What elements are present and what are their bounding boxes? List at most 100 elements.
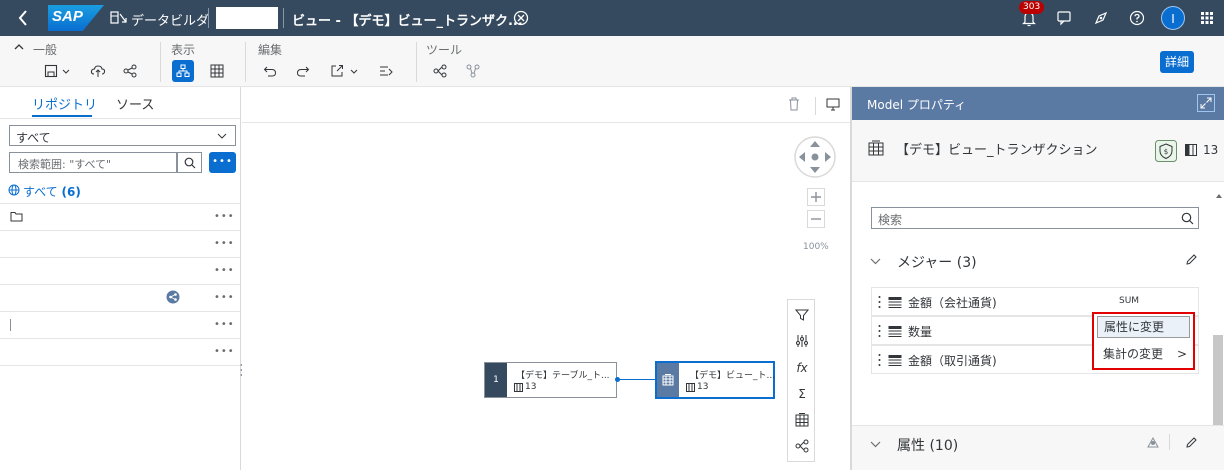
aggregation-icon[interactable]: Σ xyxy=(794,386,810,402)
attributes-section-header: 属性 (10) xyxy=(852,425,1224,470)
shared-icon xyxy=(166,290,180,304)
hierarchy-icon[interactable] xyxy=(1146,435,1160,449)
all-objects-label: すべて xyxy=(23,185,58,199)
lineage-icon[interactable] xyxy=(794,438,810,454)
reorder-columns-icon[interactable] xyxy=(794,333,810,349)
change-to-attribute-menu-item[interactable]: 属性に変更 xyxy=(1097,316,1190,338)
scroll-up-icon[interactable] xyxy=(1215,193,1223,199)
all-objects-link[interactable]: すべて (6) xyxy=(8,183,81,200)
repository-panel: リポジトリ ソース すべて 検索範囲: "すべて" ••• すべて (6) ••… xyxy=(0,87,241,470)
repository-row[interactable]: ••• xyxy=(0,257,240,284)
chevron-down-icon[interactable] xyxy=(350,69,358,75)
column-count: 13 xyxy=(1203,143,1219,157)
row-more-button[interactable]: ••• xyxy=(214,238,235,249)
discovery-icon[interactable] xyxy=(1093,10,1109,26)
toolbar-separator xyxy=(416,42,417,82)
auto-layout-icon[interactable] xyxy=(375,60,397,82)
all-objects-count: (6) xyxy=(61,185,81,199)
sap-logo[interactable]: SAP xyxy=(48,5,104,31)
sap-logo-text: SAP xyxy=(52,8,83,25)
search-icon[interactable] xyxy=(1181,212,1194,225)
columns-icon xyxy=(686,383,695,392)
repository-row[interactable]: ••• xyxy=(0,203,240,230)
toolbar-separator xyxy=(160,42,161,82)
change-aggregation-menu-item[interactable]: 集計の変更 > xyxy=(1097,343,1190,365)
repository-search-input[interactable]: 検索範囲: "すべて" xyxy=(9,152,177,173)
export-icon[interactable] xyxy=(326,60,348,82)
expand-panel-icon[interactable] xyxy=(1197,94,1215,112)
row-more-button[interactable]: ••• xyxy=(214,319,235,330)
undo-icon[interactable] xyxy=(259,60,281,82)
redo-icon[interactable] xyxy=(292,60,314,82)
tab-sources[interactable]: ソース xyxy=(116,94,154,113)
back-icon[interactable] xyxy=(16,9,30,27)
chevron-down-icon[interactable] xyxy=(870,441,881,448)
diagram-canvas[interactable]: 100% 1 【デモ】テーブル_ト... 13 【デモ】ビュー_ト... 13 … xyxy=(242,87,850,470)
lineage-icon[interactable] xyxy=(429,60,451,82)
properties-scrollbar[interactable] xyxy=(1213,335,1223,425)
details-button[interactable]: 詳細 xyxy=(1160,51,1194,73)
row-more-button[interactable]: ••• xyxy=(214,292,235,303)
drag-handle-icon[interactable] xyxy=(878,324,881,338)
product-switch-icon[interactable] xyxy=(1201,12,1213,24)
canvas-toolbar xyxy=(242,87,850,123)
filter-icon[interactable] xyxy=(794,307,810,323)
feedback-icon[interactable] xyxy=(1057,10,1073,26)
row-more-button[interactable]: ••• xyxy=(214,211,235,222)
connector-dot xyxy=(615,377,620,382)
semantic-usage-icon[interactable]: $ xyxy=(1155,140,1177,162)
diagram-view-icon[interactable] xyxy=(172,60,194,82)
row-more-button[interactable]: ••• xyxy=(214,346,235,357)
columns-icon xyxy=(514,383,523,392)
editor-toolbar: 一般 表示 編集 ツール 詳細 xyxy=(0,36,1224,87)
pan-control-icon[interactable] xyxy=(793,135,837,179)
edit-icon[interactable] xyxy=(1185,253,1198,266)
properties-header-title: Model プロパティ xyxy=(867,98,967,112)
repository-row[interactable]: ••• xyxy=(0,284,240,311)
save-icon[interactable] xyxy=(40,60,62,82)
calculated-column-icon[interactable]: fx xyxy=(794,360,810,376)
drag-handle-icon[interactable] xyxy=(878,353,881,367)
delete-icon[interactable] xyxy=(788,97,800,111)
repository-row[interactable]: ••• xyxy=(0,311,240,338)
app-name[interactable]: データビルダ xyxy=(131,10,209,29)
row-more-button[interactable]: ••• xyxy=(214,265,235,276)
drag-handle-icon[interactable] xyxy=(878,295,881,309)
list-end-divider xyxy=(0,365,240,366)
repository-row[interactable]: ••• xyxy=(0,230,240,257)
chevron-down-icon xyxy=(217,133,227,140)
table-view-icon[interactable] xyxy=(206,60,228,82)
tab-repository[interactable]: リポジトリ xyxy=(32,94,97,113)
canvas-toolbar-divider xyxy=(815,97,816,115)
zoom-out-icon[interactable] xyxy=(807,210,825,228)
impact-analysis-icon[interactable] xyxy=(462,60,484,82)
chevron-down-icon[interactable] xyxy=(62,69,70,75)
help-icon[interactable] xyxy=(1129,10,1145,26)
properties-search-input[interactable]: 検索 xyxy=(871,207,1199,229)
filter-more-button[interactable]: ••• xyxy=(209,152,236,173)
object-title-bar: 【デモ】ビュー_トランザクション $ 13 xyxy=(852,120,1224,182)
target-view-node[interactable]: 【デモ】ビュー_ト... 13 xyxy=(655,361,775,399)
space-selector[interactable] xyxy=(216,7,278,29)
node-tools-panel: fx Σ xyxy=(787,299,815,462)
globe-icon xyxy=(8,184,20,196)
zoom-in-icon[interactable] xyxy=(807,188,825,206)
repository-row[interactable]: ••• xyxy=(0,338,240,365)
active-tab-indicator xyxy=(32,115,92,117)
search-button[interactable] xyxy=(177,152,202,173)
object-type-select[interactable]: すべて xyxy=(9,125,236,146)
source-table-node[interactable]: 1 【デモ】テーブル_ト... 13 xyxy=(484,362,617,398)
deploy-icon[interactable] xyxy=(87,60,109,82)
chevron-down-icon[interactable] xyxy=(870,258,881,265)
search-icon xyxy=(184,157,196,169)
close-tab-icon[interactable] xyxy=(513,10,529,26)
tab-divider xyxy=(0,118,240,119)
shell-divider xyxy=(283,8,284,28)
user-avatar[interactable]: I xyxy=(1161,6,1185,30)
monitor-icon[interactable] xyxy=(826,98,840,111)
join-table-icon[interactable] xyxy=(794,412,810,428)
collapse-toolbar-icon[interactable] xyxy=(13,42,25,52)
measure-name: 数量 xyxy=(908,325,933,339)
edit-icon[interactable] xyxy=(1185,436,1198,449)
share-icon[interactable] xyxy=(119,60,141,82)
